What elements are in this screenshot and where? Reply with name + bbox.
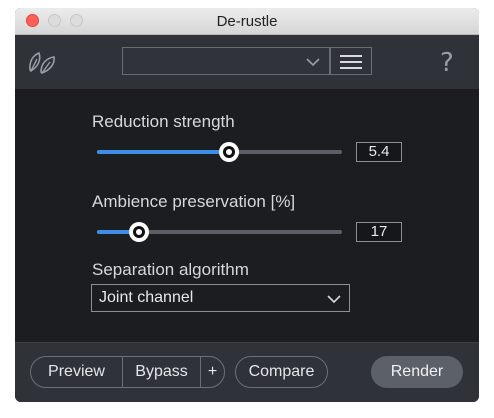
chevron-down-icon: [327, 295, 341, 304]
preset-menu-button[interactable]: [330, 47, 372, 75]
ambience-preservation-slider[interactable]: [97, 222, 342, 242]
slider-thumb[interactable]: [129, 222, 149, 242]
plugin-window: De-rustle ? Reduction strength 5.4 Ambie…: [15, 8, 479, 402]
add-button[interactable]: +: [201, 357, 224, 387]
reduction-strength-value[interactable]: 5.4: [356, 142, 402, 162]
title-bar: De-rustle: [15, 8, 479, 35]
separation-algorithm-value: Joint channel: [99, 289, 194, 306]
ambience-preservation-value[interactable]: 17: [356, 222, 402, 242]
leaf-icon[interactable]: [26, 46, 58, 78]
reduction-strength-slider[interactable]: [97, 142, 342, 162]
bottom-bar: Preview Bypass + Compare Render: [15, 342, 479, 402]
preset-dropdown[interactable]: [122, 47, 330, 75]
chevron-down-icon: [306, 58, 320, 67]
controls-panel: Reduction strength 5.4 Ambience preserva…: [15, 90, 479, 342]
slider-thumb[interactable]: [219, 142, 239, 162]
bypass-button[interactable]: Bypass: [123, 357, 200, 387]
preview-button[interactable]: Preview: [31, 357, 122, 387]
hamburger-menu-icon: [340, 55, 362, 57]
toolbar: ?: [15, 35, 479, 90]
preview-bypass-group: Preview Bypass +: [30, 356, 225, 388]
help-icon[interactable]: ?: [440, 48, 454, 78]
window-title: De-rustle: [216, 13, 278, 30]
separation-algorithm-label: Separation algorithm: [92, 260, 249, 279]
render-button[interactable]: Render: [371, 356, 463, 388]
ambience-preservation-label: Ambience preservation [%]: [92, 192, 296, 211]
reduction-strength-label: Reduction strength: [92, 112, 235, 131]
compare-button[interactable]: Compare: [235, 356, 328, 388]
separation-algorithm-select[interactable]: Joint channel: [91, 284, 350, 312]
slider-fill: [97, 150, 229, 154]
